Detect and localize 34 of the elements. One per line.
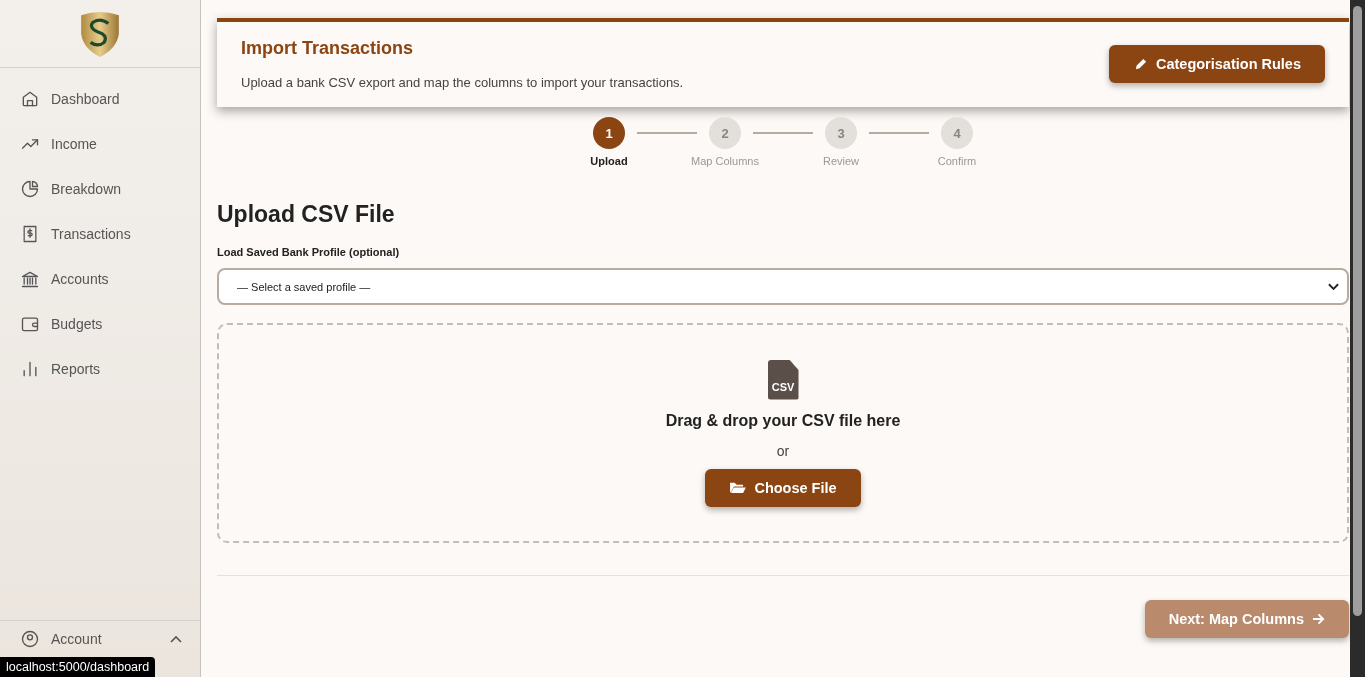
step-number: 1 (593, 117, 625, 149)
step-number: 3 (825, 117, 857, 149)
field-label: Load Saved Bank Profile (optional) (217, 246, 401, 258)
nav-item[interactable]: Accounts (0, 256, 200, 301)
nav-item[interactable]: Reports (0, 346, 200, 391)
step-label: Review (822, 155, 860, 167)
step-label: Confirm (937, 155, 977, 167)
scrollbar[interactable] (1350, 0, 1365, 677)
step-number: 4 (941, 117, 973, 149)
user-icon (20, 629, 40, 649)
nav-item[interactable]: Income (0, 121, 200, 166)
status-tooltip: localhost:5000/dashboard (0, 657, 156, 677)
arrow-right-icon (1312, 613, 1325, 625)
page-subtitle: Upload a bank CSV export and map the columns to import your transactions. (241, 75, 684, 90)
chevron-icon (1328, 282, 1339, 291)
step-number: 2 (709, 117, 741, 149)
page-title: Import Transactions (241, 38, 415, 59)
drop-text: Drag & drop your CSV file here (665, 411, 901, 430)
drop-zone[interactable]: CSV Drag & drop your CSV file here or Choose File (217, 323, 1349, 543)
nav-item[interactable]: Dashboard (0, 76, 200, 121)
pie-icon (20, 178, 40, 199)
categorisation-rules-button[interactable]: Categorisation Rules (1108, 45, 1325, 83)
section-heading: Upload CSV File (217, 201, 396, 228)
or-text: or (776, 442, 790, 459)
folder-icon (729, 481, 747, 494)
nav-item[interactable]: Budgets (0, 301, 200, 346)
nav-item[interactable]: Breakdown (0, 166, 200, 211)
step-label: Map Columns (691, 155, 759, 167)
choose-file-button[interactable]: Choose File (705, 468, 861, 507)
csv-file-icon: CSV (767, 359, 799, 400)
shield-logo-icon (79, 10, 121, 57)
profile-select[interactable]: — Select a saved profile — (217, 268, 1349, 305)
step-label: Upload (590, 155, 628, 167)
nav-item[interactable]: Transactions (0, 211, 200, 256)
